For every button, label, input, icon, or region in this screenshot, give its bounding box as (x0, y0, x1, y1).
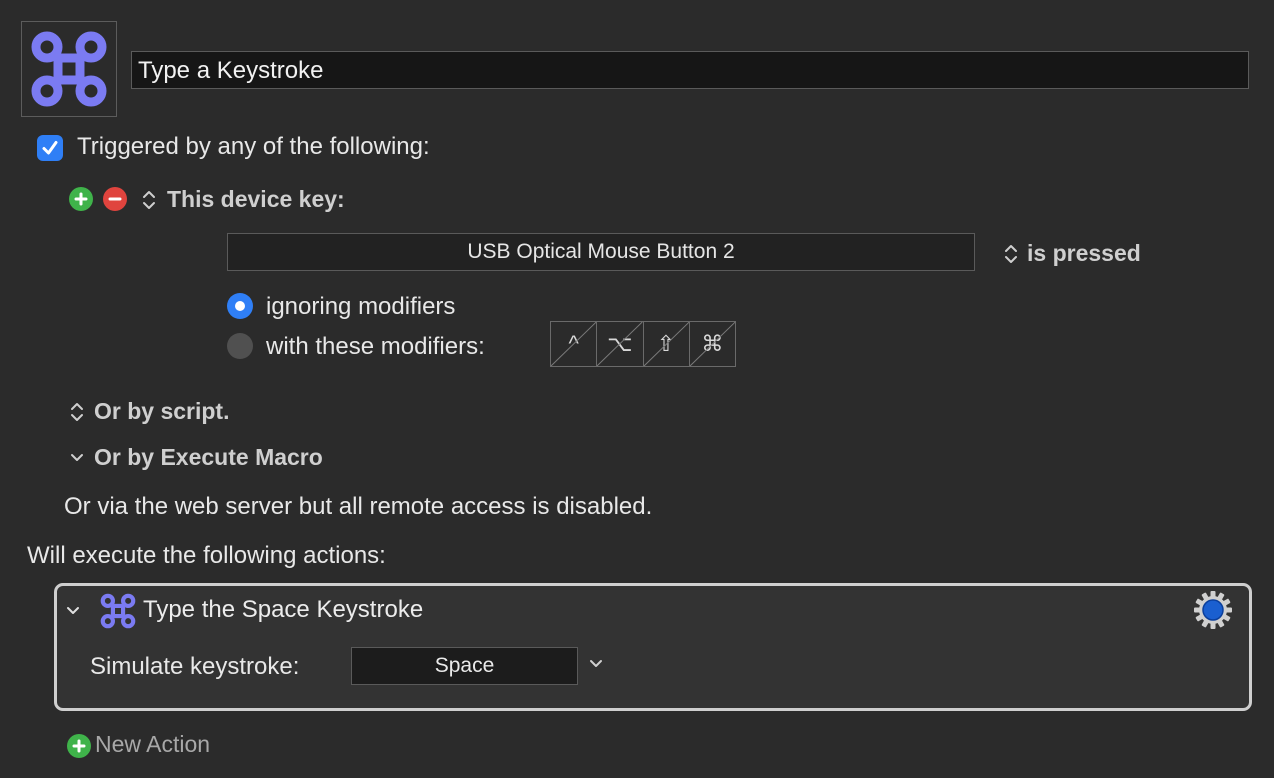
option-modifier-toggle[interactable]: ⌥ (597, 322, 644, 366)
actions-heading: Will execute the following actions: (27, 542, 386, 569)
chevron-down-icon[interactable] (70, 452, 84, 464)
keystroke-options-chevron-icon[interactable] (589, 658, 603, 670)
with-modifiers-label: with these modifiers: (266, 333, 485, 360)
command-key-icon (100, 593, 136, 629)
add-trigger-button[interactable] (69, 187, 93, 211)
command-modifier-toggle[interactable]: ⌘ (689, 322, 735, 366)
new-action-link[interactable]: New Action (95, 731, 210, 758)
plus-icon (72, 739, 86, 753)
macro-icon-well[interactable] (21, 21, 117, 117)
trigger-heading: Triggered by any of the following: (77, 133, 430, 160)
new-action-button[interactable] (67, 734, 91, 758)
minus-icon (108, 197, 122, 201)
trigger-enabled-checkbox[interactable] (37, 135, 63, 161)
web-server-note: Or via the web server but all remote acc… (64, 493, 653, 520)
action-collapse-chevron-icon[interactable] (66, 605, 80, 617)
device-key-trigger-label[interactable]: This device key: (167, 186, 345, 213)
by-script-updown-icon[interactable] (70, 401, 84, 423)
modifier-keys-group: ^ ⌥ ⇧ ⌘ (550, 321, 736, 367)
keystroke-field[interactable]: Space (351, 647, 578, 685)
trigger-type-updown-icon[interactable] (142, 189, 156, 211)
with-modifiers-radio[interactable] (227, 333, 253, 359)
by-execute-macro-trigger[interactable]: Or by Execute Macro (94, 444, 323, 471)
device-key-field[interactable]: USB Optical Mouse Button 2 (227, 233, 975, 271)
shift-modifier-toggle[interactable]: ⇧ (643, 322, 690, 366)
ignoring-modifiers-label: ignoring modifiers (266, 293, 456, 320)
checkmark-icon (42, 141, 58, 155)
by-script-trigger[interactable]: Or by script. (94, 398, 229, 425)
key-state-popup[interactable]: is pressed (1027, 240, 1141, 267)
ignoring-modifiers-radio[interactable] (227, 293, 253, 319)
control-modifier-toggle[interactable]: ^ (551, 322, 598, 366)
gear-icon[interactable] (1193, 590, 1233, 630)
simulate-keystroke-label: Simulate keystroke: (90, 653, 300, 680)
key-state-updown-icon[interactable] (1004, 243, 1018, 265)
remove-trigger-button[interactable] (103, 187, 127, 211)
macro-name-field[interactable]: Type a Keystroke (131, 51, 1249, 89)
action-title[interactable]: Type the Space Keystroke (143, 596, 423, 624)
command-key-icon (31, 31, 107, 107)
plus-icon (74, 192, 88, 206)
